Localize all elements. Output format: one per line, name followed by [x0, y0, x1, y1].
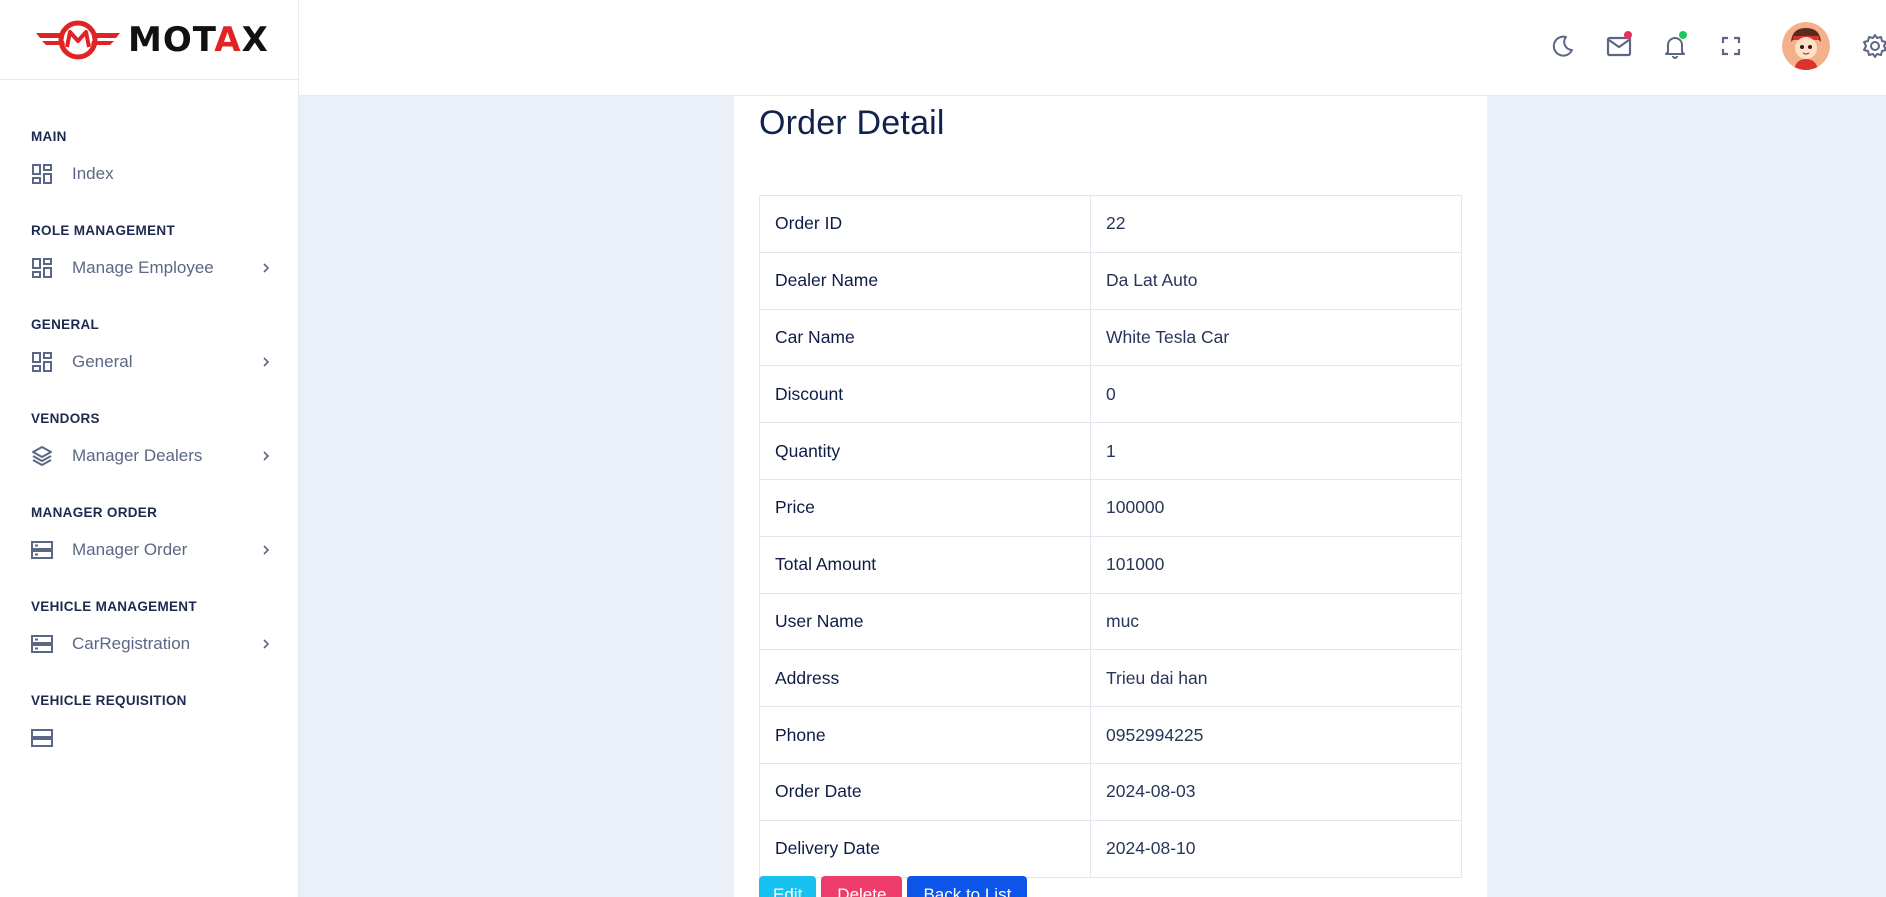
server-icon [31, 633, 53, 655]
table-row: Discount 0 [759, 365, 1462, 424]
table-row: Phone 0952994225 [759, 706, 1462, 764]
table-row: Address Trieu dai han [759, 649, 1462, 708]
row-label: Delivery Date [759, 819, 1091, 878]
row-label: Discount [759, 365, 1091, 424]
row-label: Address [759, 649, 1091, 708]
row-value: White Tesla Car [1090, 308, 1462, 367]
row-label: Dealer Name [759, 251, 1091, 310]
nav-section-vehicle-management: VEHICLE MANAGEMENT CarRegistration [0, 592, 298, 666]
nav-heading: VEHICLE REQUISITION [31, 693, 187, 708]
sidebar-item-index[interactable]: Index [0, 152, 298, 196]
row-label: Order Date [759, 762, 1091, 821]
motax-logo-icon [36, 20, 120, 59]
sidebar-item-label: CarRegistration [72, 634, 191, 653]
mail-badge [1624, 31, 1632, 39]
order-detail-table: Order ID 22 Dealer Name Da Lat Auto Car Name… [759, 195, 1462, 878]
sidebar: MOTAX MAIN Index ROLE MANAGEMENT Manage … [0, 0, 299, 897]
layers-icon [31, 445, 53, 467]
nav-heading: ROLE MANAGEMENT [31, 223, 175, 238]
edit-button[interactable]: Edit [759, 876, 817, 897]
nav-section-role-management: ROLE MANAGEMENT Manage Employee [0, 216, 298, 290]
chevron-right-icon [263, 545, 270, 555]
grid-icon [31, 351, 53, 373]
fullscreen-icon[interactable] [1718, 33, 1744, 59]
row-value: 2024-08-03 [1090, 762, 1462, 821]
row-value: Trieu dai han [1090, 649, 1462, 708]
sidebar-item-manage-employee[interactable]: Manage Employee [0, 246, 298, 290]
table-row: Total Amount 101000 [759, 535, 1462, 594]
nav-section-vendors: VENDORS Manager Dealers [0, 404, 298, 478]
sidebar-item-manager-order[interactable]: Manager Order [0, 528, 298, 572]
table-row: Dealer Name Da Lat Auto [759, 251, 1462, 310]
row-label: User Name [759, 592, 1091, 651]
sidebar-item-label: Manager Order [72, 540, 188, 559]
sidebar-item-label: General [72, 352, 133, 371]
table-row: Quantity 1 [759, 422, 1462, 480]
sidebar-item-manager-dealers[interactable]: Manager Dealers [0, 434, 298, 478]
sidebar-item-label: Manage Employee [72, 258, 214, 277]
chevron-right-icon [263, 357, 270, 367]
nav-section-general: GENERAL General [0, 310, 298, 384]
sidebar-item-vehicle-requisition[interactable] [0, 716, 298, 760]
nav-section-vehicle-requisition: VEHICLE REQUISITION [0, 686, 298, 760]
brand-logo[interactable]: MOTAX [0, 0, 298, 80]
row-value: 0 [1090, 365, 1462, 424]
chevron-right-icon [263, 451, 270, 461]
row-value: 22 [1090, 195, 1462, 253]
page-title: Order Detail [759, 104, 945, 142]
sidebar-item-general[interactable]: General [0, 340, 298, 384]
order-detail-card: Order Detail Order ID 22 Dealer Name Da Lat… [734, 96, 1487, 897]
nav-heading: VEHICLE MANAGEMENT [31, 599, 197, 614]
row-label: Car Name [759, 308, 1091, 367]
table-row: Order ID 22 [759, 195, 1462, 253]
moon-icon[interactable] [1550, 33, 1576, 59]
nav-heading: GENERAL [31, 317, 100, 332]
top-header [299, 0, 1886, 96]
grid-icon [31, 257, 53, 279]
sidebar-nav: MAIN Index ROLE MANAGEMENT Manage Employ… [0, 80, 298, 760]
row-label: Price [759, 478, 1091, 537]
row-value: 100000 [1090, 478, 1462, 537]
back-to-list-button[interactable]: Back to List [907, 876, 1028, 897]
nav-heading: MAIN [31, 129, 67, 144]
server-icon [31, 727, 53, 749]
mail-icon[interactable] [1606, 31, 1632, 59]
table-row: Delivery Date 2024-08-10 [759, 819, 1462, 878]
sidebar-item-label: Index [72, 164, 114, 183]
row-value: muc [1090, 592, 1462, 651]
row-label: Phone [759, 706, 1091, 764]
table-row: Price 100000 [759, 478, 1462, 537]
chevron-right-icon [263, 639, 270, 649]
sidebar-item-car-registration[interactable]: CarRegistration [0, 622, 298, 666]
nav-section-main: MAIN Index [0, 122, 298, 196]
row-value: 2024-08-10 [1090, 819, 1462, 878]
table-row: Order Date 2024-08-03 [759, 762, 1462, 821]
gear-icon[interactable] [1862, 33, 1886, 59]
sidebar-item-label: Manager Dealers [72, 446, 203, 465]
bell-icon[interactable] [1662, 31, 1688, 59]
row-value: 101000 [1090, 535, 1462, 594]
nav-section-manager-order: MANAGER ORDER Manager Order [0, 498, 298, 572]
server-icon [31, 539, 53, 561]
row-value: Da Lat Auto [1090, 251, 1462, 310]
row-value: 1 [1090, 422, 1462, 480]
avatar[interactable] [1782, 22, 1830, 70]
row-value: 0952994225 [1090, 706, 1462, 764]
table-row: Car Name White Tesla Car [759, 308, 1462, 367]
brand-name: MOTAX [128, 19, 269, 60]
row-label: Order ID [759, 195, 1091, 253]
delete-button[interactable]: Delete [821, 876, 903, 897]
grid-icon [31, 163, 53, 185]
row-label: Quantity [759, 422, 1091, 480]
bell-badge [1679, 31, 1687, 39]
nav-heading: VENDORS [31, 411, 100, 426]
row-label: Total Amount [759, 535, 1091, 594]
table-row: User Name muc [759, 592, 1462, 651]
chevron-right-icon [263, 263, 270, 273]
nav-heading: MANAGER ORDER [31, 505, 158, 520]
action-buttons: Edit Delete Back to List [759, 876, 1028, 897]
